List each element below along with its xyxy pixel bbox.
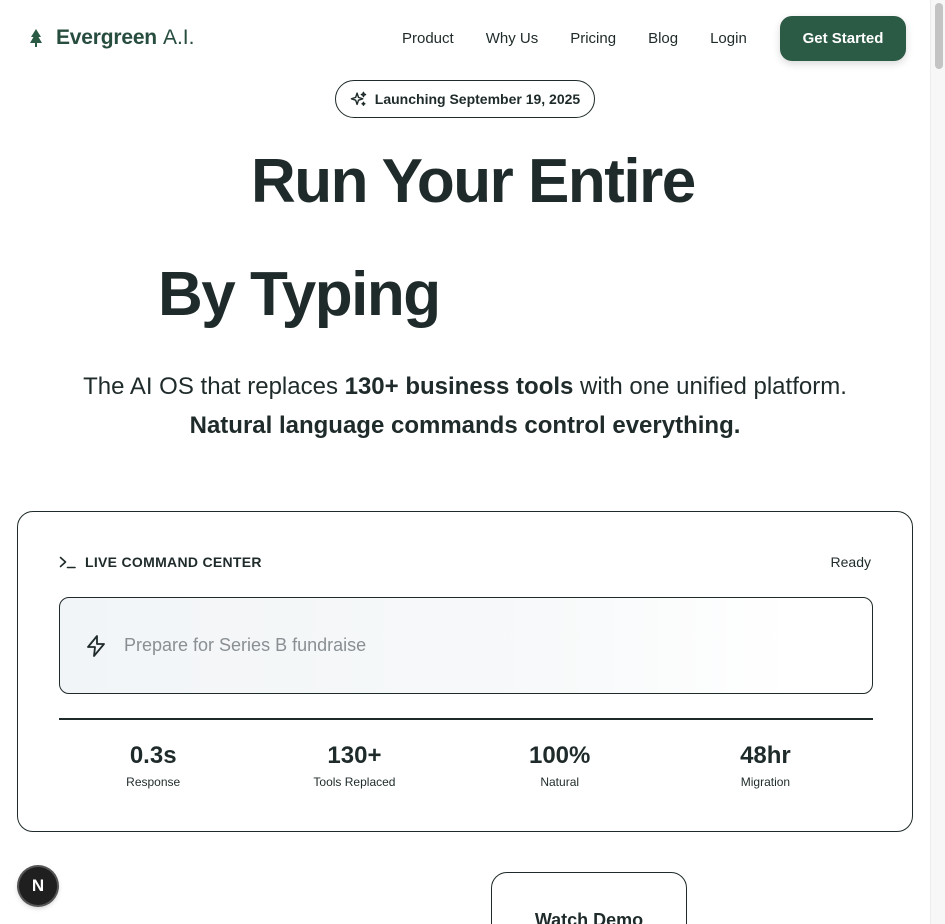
dev-tools-badge[interactable]: N (19, 867, 57, 905)
stats-row: 0.3s Response 130+ Tools Replaced 100% N… (59, 742, 873, 789)
status-text: Ready (830, 554, 871, 570)
stat-label: Response (126, 775, 181, 789)
tree-icon (30, 29, 42, 47)
stat-value: 100% (528, 742, 591, 769)
logo-name: Evergreen (56, 26, 157, 49)
nav-link-pricing[interactable]: Pricing (570, 30, 616, 47)
logo[interactable]: Evergreen A.I. (28, 26, 194, 50)
nav-link-product[interactable]: Product (402, 30, 454, 47)
subtitle-highlight: 130+ business tools (344, 373, 574, 400)
stat-value: 48hr (740, 742, 791, 769)
get-started-button[interactable]: Get Started (780, 16, 906, 61)
main-nav: Product Why Us Pricing Blog Login (402, 30, 779, 47)
hero-heading-line1: Run Your Entire (251, 147, 696, 216)
command-center-card: LIVE COMMAND CENTER Ready 0.3s Response … (17, 511, 913, 832)
command-center-title: LIVE COMMAND CENTER (85, 554, 262, 570)
watch-demo-button[interactable]: Watch Demo (491, 872, 687, 924)
hero-subtitle-line1: The AI OS that replaces 130+ business to… (0, 373, 930, 401)
landing-page: Evergreen A.I. Product Why Us Pricing Blo… (0, 0, 945, 924)
scrollbar-thumb[interactable] (935, 3, 943, 69)
command-input-box[interactable] (59, 597, 873, 694)
sparkles-icon (350, 91, 367, 106)
launch-badge: Launching September 19, 2025 (335, 80, 595, 118)
launch-date-text: Launching September 19, 2025 (374, 91, 581, 107)
nav-link-login[interactable]: Login (710, 30, 747, 47)
stat-migration: 48hr Migration (658, 742, 873, 789)
stat-response: 0.3s Response (59, 742, 247, 789)
stat-value: 0.3s (129, 742, 177, 769)
hero-heading-line2: By Typing (158, 260, 441, 329)
stat-label: Tools Replaced (313, 775, 396, 789)
stat-value: 130+ (327, 742, 382, 769)
scrollbar[interactable] (930, 0, 945, 924)
logo-suffix: A.I. (162, 26, 195, 49)
bolt-icon (87, 634, 105, 657)
command-center-header: LIVE COMMAND CENTER (59, 554, 262, 570)
nav-link-why-us[interactable]: Why Us (486, 30, 539, 47)
command-input[interactable] (124, 635, 724, 656)
subtitle-outro: with one unified platform. (573, 373, 847, 400)
terminal-icon (59, 556, 76, 568)
stat-label: Natural (540, 775, 580, 789)
stat-natural: 100% Natural (462, 742, 658, 789)
hero-subtitle-line2: Natural language commands control everyt… (189, 412, 741, 439)
divider (59, 718, 873, 720)
stat-label: Migration (740, 775, 791, 789)
nav-link-blog[interactable]: Blog (648, 30, 678, 47)
stat-tools-replaced: 130+ Tools Replaced (247, 742, 461, 789)
subtitle-intro: The AI OS that replaces (83, 373, 345, 400)
